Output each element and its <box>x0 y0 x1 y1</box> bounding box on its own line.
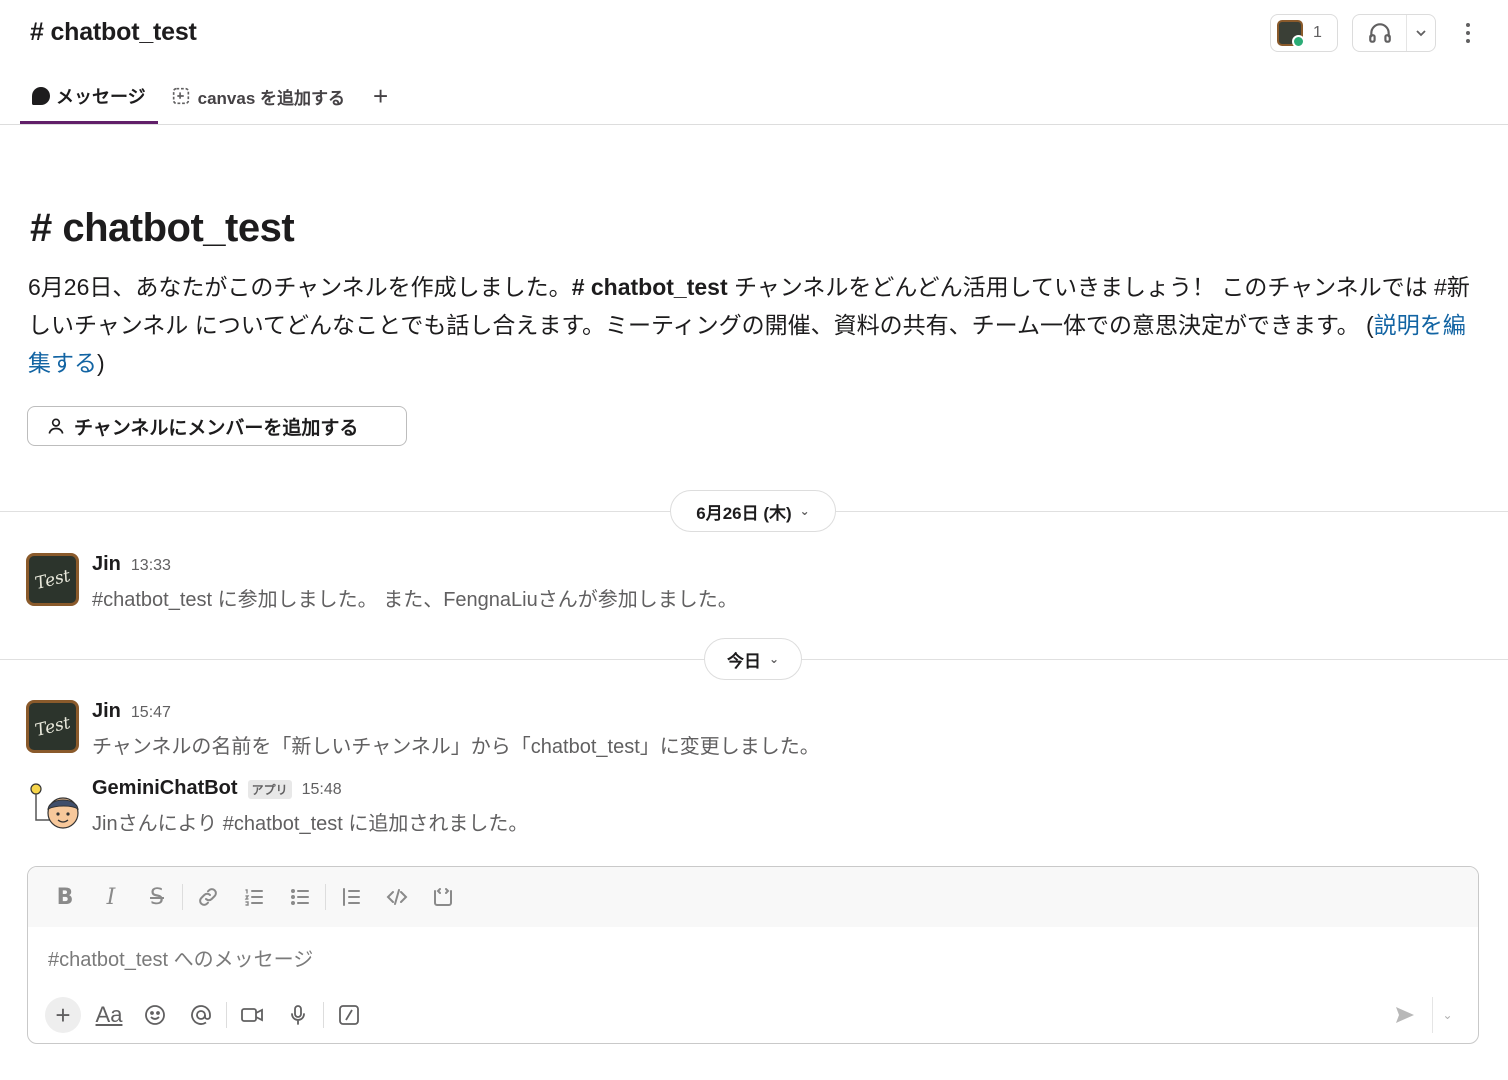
toolbar-divider <box>325 884 326 910</box>
message-item[interactable]: Test Jin 15:47 チャンネルの名前を「新しいチャンネル」から「cha… <box>26 700 1026 760</box>
toolbar-divider <box>323 1002 324 1028</box>
channel-intro-description: 6月26日、あなたがこのチャンネルを作成しました。# chatbot_test … <box>28 268 1478 382</box>
channel-tabs: メッセージ canvas を追加する + <box>20 76 404 125</box>
channel-header: # chatbot_test 1 メッセージ canvas を追加する + <box>0 0 1508 125</box>
date-divider-pill[interactable]: 6月26日 (木) ⌄ <box>670 490 836 532</box>
italic-icon[interactable]: I <box>88 877 134 917</box>
tab-add-canvas-label: canvas を追加する <box>197 88 346 108</box>
tab-add-canvas[interactable]: canvas を追加する <box>158 76 357 116</box>
chevron-down-icon: ⌄ <box>768 652 780 666</box>
toolbar-divider <box>226 1002 227 1028</box>
message-author[interactable]: Jin <box>92 553 121 576</box>
avatar[interactable] <box>26 777 82 833</box>
add-member-label: チャンネルにメンバーを追加する <box>74 417 359 439</box>
message-timestamp[interactable]: 13:33 <box>131 557 171 575</box>
code-block-icon[interactable] <box>420 877 466 917</box>
message-author[interactable]: Jin <box>92 700 121 723</box>
date-divider-label: 6月26日 (木) <box>696 503 792 523</box>
member-count: 1 <box>1313 24 1322 41</box>
intro-desc-part1: 6月26日、あなたがこのチャンネルを作成しました。 <box>28 274 572 300</box>
members-button[interactable]: 1 <box>1270 14 1338 52</box>
emoji-icon[interactable] <box>132 996 178 1034</box>
formatting-toolbar: B I S <box>28 867 1478 927</box>
message-timestamp[interactable]: 15:48 <box>302 781 342 799</box>
bold-icon[interactable]: B <box>42 877 88 917</box>
ordered-list-icon[interactable] <box>231 877 277 917</box>
composer-actions: + Aa <box>40 995 372 1035</box>
strikethrough-icon[interactable]: S <box>134 877 180 917</box>
slash-command-icon[interactable] <box>326 996 372 1034</box>
date-divider-pill[interactable]: 今日 ⌄ <box>704 638 802 680</box>
app-badge: アプリ <box>247 780 292 799</box>
headphones-icon[interactable] <box>1353 15 1407 51</box>
more-options-icon[interactable] <box>1458 18 1478 48</box>
tab-messages[interactable]: メッセージ <box>20 76 158 124</box>
code-icon[interactable] <box>374 877 420 917</box>
canvas-icon <box>172 87 189 105</box>
intro-channel-name[interactable]: # chatbot_test <box>572 274 728 300</box>
message-composer[interactable]: B I S #chatbot_test へのメッセージ + Aa ⌄ <box>27 866 1479 1044</box>
link-icon[interactable] <box>185 877 231 917</box>
blockquote-icon[interactable] <box>328 877 374 917</box>
plus-icon[interactable]: + <box>40 996 86 1034</box>
message-item[interactable]: Test Jin 13:33 #chatbot_test に参加しました。 また… <box>26 553 1026 613</box>
member-avatar <box>1277 20 1305 48</box>
avatar[interactable]: Test <box>26 700 79 753</box>
message-text: Jinさんにより #chatbot_test に追加されました。 <box>92 813 529 835</box>
message-item[interactable]: GeminiChatBot アプリ 15:48 Jinさんにより #chatbo… <box>26 777 1026 837</box>
message-text: チャンネルの名前を「新しいチャンネル」から「chatbot_test」に変更しま… <box>92 736 820 758</box>
intro-desc-close: ) <box>97 350 105 376</box>
chevron-down-icon: ⌄ <box>799 504 810 518</box>
tab-messages-label: メッセージ <box>56 87 146 107</box>
message-bubble-icon <box>32 87 50 105</box>
message-author[interactable]: GeminiChatBot <box>92 777 238 800</box>
video-icon[interactable] <box>229 996 275 1034</box>
date-divider-label: 今日 <box>726 651 761 671</box>
message-input[interactable]: #chatbot_test へのメッセージ <box>48 943 313 972</box>
chevron-down-icon[interactable]: ⌄ <box>1432 997 1462 1033</box>
channel-title[interactable]: # chatbot_test <box>30 18 197 47</box>
text-format-icon[interactable]: Aa <box>86 996 132 1034</box>
channel-intro-title: # chatbot_test <box>30 206 295 250</box>
toolbar-divider <box>182 884 183 910</box>
mention-icon[interactable] <box>178 996 224 1034</box>
add-member-button[interactable]: チャンネルにメンバーを追加する <box>27 406 407 446</box>
person-icon <box>48 418 64 434</box>
send-icon[interactable] <box>1388 997 1422 1033</box>
huddle-button[interactable] <box>1352 14 1436 52</box>
message-timestamp[interactable]: 15:47 <box>131 704 171 722</box>
add-tab-button[interactable]: + <box>357 76 404 116</box>
chevron-down-icon[interactable] <box>1407 26 1435 40</box>
avatar[interactable]: Test <box>26 553 79 606</box>
message-text: #chatbot_test に参加しました。 また、FengnaLiuさんが参加… <box>92 589 738 611</box>
bulleted-list-icon[interactable] <box>277 877 323 917</box>
microphone-icon[interactable] <box>275 996 321 1034</box>
